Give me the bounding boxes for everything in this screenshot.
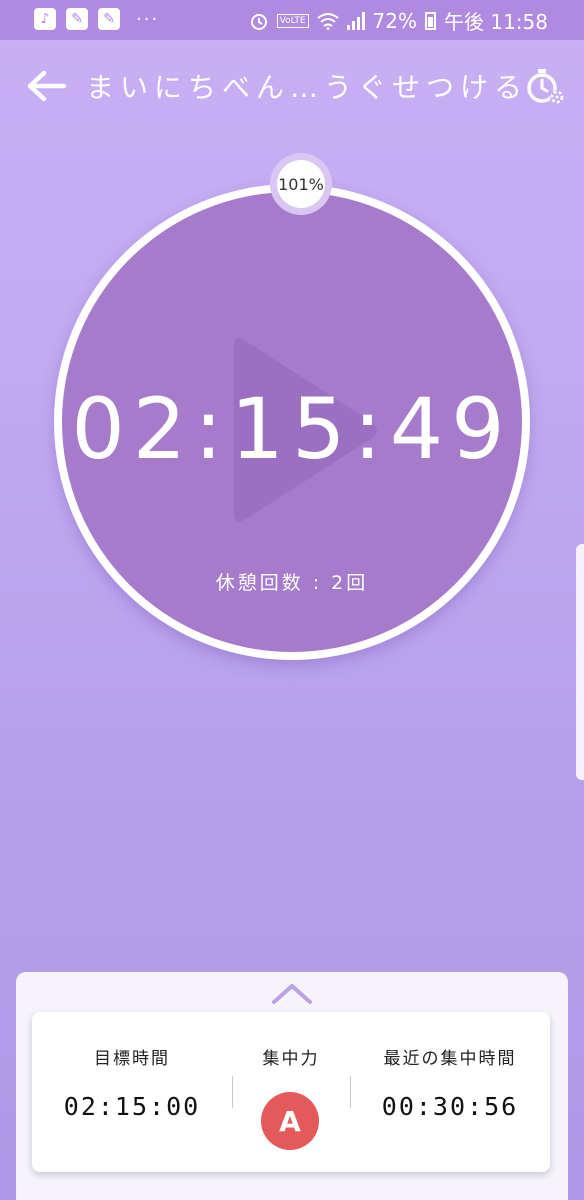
goal-time-stat: 目標時間 02:15:00 — [32, 1012, 232, 1172]
app-notification-icon: ✎ — [66, 8, 88, 30]
wifi-icon — [316, 12, 339, 30]
signal-icon — [346, 11, 365, 30]
goal-time-label: 目標時間 — [94, 1049, 170, 1069]
timer-face[interactable]: 02:15:49 休憩回数 : 2回 — [62, 192, 522, 652]
battery-percent: 72% — [372, 8, 417, 33]
page-title: まいにちべん…うぐせつける — [86, 71, 529, 104]
progress-badge: 101% — [270, 153, 332, 215]
notification-icons: ♪ ✎ ✎ ··· — [34, 8, 159, 30]
chevron-up-icon — [272, 984, 312, 1004]
break-count: 休憩回数 : 2回 — [215, 572, 369, 594]
recent-focus-stat: 最近の集中時間 00:30:56 — [350, 1012, 550, 1172]
stopwatch-gear-icon — [527, 69, 564, 104]
expand-sheet-button[interactable] — [270, 980, 314, 1008]
more-notifications-indicator: ··· — [136, 8, 160, 30]
goal-time-value: 02:15:00 — [63, 1092, 201, 1121]
clock: 午後 11:58 — [444, 10, 548, 34]
stats-card: 目標時間 02:15:00 集中力 A 最近の集中時間 00:30:56 — [32, 1012, 550, 1172]
focus-label: 集中力 — [262, 1049, 320, 1069]
side-panel-handle[interactable] — [576, 544, 584, 780]
app-notification-icon-2: ✎ — [98, 8, 120, 30]
timer-ring: 02:15:49 休憩回数 : 2回 — [54, 184, 530, 660]
recent-focus-value: 00:30:56 — [381, 1092, 519, 1121]
recent-focus-label: 最近の集中時間 — [383, 1049, 517, 1069]
arrow-left-icon — [27, 70, 67, 102]
battery-icon — [425, 11, 436, 30]
volte-icon: VoLTE — [276, 13, 309, 28]
back-button[interactable] — [24, 64, 68, 108]
focus-grade-badge: A — [261, 1092, 319, 1150]
app-header: まいにちべん…うぐせつける — [0, 40, 584, 130]
focus-stat: 集中力 A — [232, 1012, 350, 1172]
timer-settings-button[interactable] — [524, 64, 568, 108]
music-notification-icon: ♪ — [34, 8, 56, 30]
alarm-icon — [250, 13, 267, 30]
elapsed-time-display: 02:15:49 — [71, 380, 513, 478]
bottom-sheet: 目標時間 02:15:00 集中力 A 最近の集中時間 00:30:56 — [16, 972, 568, 1200]
system-indicators: VoLTE 72% 午後 11:58 — [249, 6, 548, 35]
status-bar: ♪ ✎ ✎ ··· VoLTE 72% 午後 11:58 — [0, 0, 584, 40]
progress-percent: 101% — [277, 160, 325, 208]
